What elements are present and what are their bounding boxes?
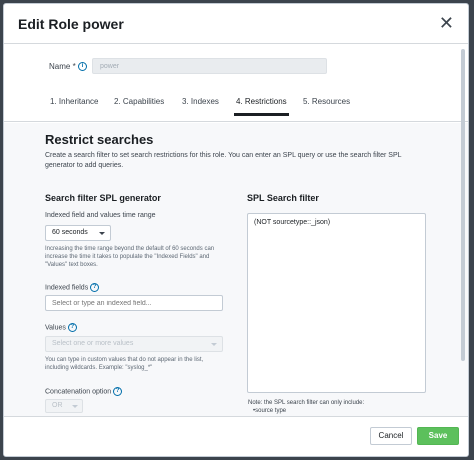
values-help: You can type in custom values that do no… xyxy=(45,357,204,371)
indexed-fields-label-text: Indexed fields xyxy=(45,284,89,292)
spl-filter-title: SPL Search filter xyxy=(247,193,319,203)
modal-body: Name * i 1. Inheritance 2. Capabilities … xyxy=(4,45,468,418)
name-input xyxy=(92,58,327,74)
spl-filter-textarea[interactable]: (NOT sourcetype::_json) xyxy=(247,213,426,393)
time-range-help: Increasing the time range beyond the def… xyxy=(45,246,215,268)
edit-role-modal: Edit Role power ✕ Name * i 1. Inheritanc… xyxy=(3,3,469,457)
concatenation-label: Concatenation option ? xyxy=(45,387,123,396)
concatenation-label-text: Concatenation option xyxy=(45,388,112,396)
restrict-searches-title: Restrict searches xyxy=(45,132,154,147)
tab-indexes[interactable]: 3. Indexes xyxy=(180,94,221,113)
modal-title: Edit Role power xyxy=(18,16,124,32)
info-icon[interactable]: ? xyxy=(67,323,77,332)
info-icon[interactable]: ? xyxy=(90,283,100,292)
tab-resources[interactable]: 5. Resources xyxy=(301,94,352,113)
close-icon[interactable]: ✕ xyxy=(439,14,454,32)
values-label-text: Values xyxy=(45,324,66,332)
info-icon[interactable]: ? xyxy=(113,387,123,396)
chevron-down-icon xyxy=(99,232,105,235)
tab-capabilities[interactable]: 2. Capabilities xyxy=(112,94,166,113)
spl-note-text: Note: the SPL search filter can only inc… xyxy=(248,400,365,406)
generator-title: Search filter SPL generator xyxy=(45,193,161,203)
tab-restrictions[interactable]: 4. Restrictions xyxy=(234,94,289,116)
concatenation-select: OR xyxy=(45,399,83,413)
name-and-tabs-section: Name * i 1. Inheritance 2. Capabilities … xyxy=(4,45,468,122)
name-label-text: Name * xyxy=(49,62,76,71)
info-icon[interactable]: i xyxy=(77,62,87,72)
time-range-value: 60 seconds xyxy=(52,229,88,236)
scrollbar[interactable] xyxy=(461,49,465,361)
modal-footer: Cancel Save xyxy=(4,416,468,456)
name-label: Name * i xyxy=(49,62,87,72)
indexed-fields-label: Indexed fields ? xyxy=(45,283,100,292)
restrict-description: Create a search filter to set search res… xyxy=(45,152,402,169)
cancel-button[interactable]: Cancel xyxy=(370,427,412,445)
tab-inheritance[interactable]: 1. Inheritance xyxy=(48,94,100,113)
time-range-label: Indexed field and values time range xyxy=(45,212,156,219)
chevron-down-icon xyxy=(211,343,217,346)
list-item: source type xyxy=(253,407,364,415)
values-multiselect: Select one or more values xyxy=(45,336,223,352)
save-button[interactable]: Save xyxy=(417,427,459,445)
values-placeholder: Select one or more values xyxy=(52,340,134,347)
spl-filter-value: (NOT sourcetype::_json) xyxy=(254,219,331,226)
values-label: Values ? xyxy=(45,323,77,332)
chevron-down-icon xyxy=(72,405,78,408)
restrictions-panel: Restrict searches Create a search filter… xyxy=(4,123,468,418)
concatenation-value: OR xyxy=(52,402,63,409)
time-range-select[interactable]: 60 seconds xyxy=(45,225,111,241)
modal-header: Edit Role power ✕ xyxy=(4,4,468,44)
indexed-fields-input[interactable] xyxy=(45,295,223,311)
